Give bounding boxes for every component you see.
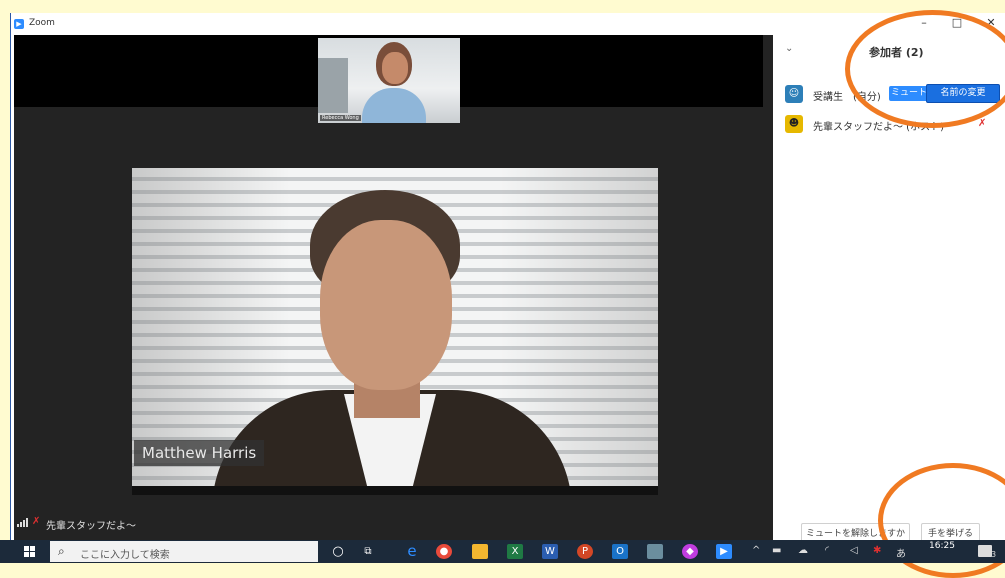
notification-count: 3 [991,550,997,559]
edge-icon[interactable]: e [404,544,420,559]
participant-thumbnail[interactable]: Rebecca Wong [318,38,460,123]
outlook-icon[interactable]: O [612,544,628,559]
file-explorer-icon[interactable] [472,544,488,559]
network-icon[interactable]: ◜ [825,545,829,556]
search-icon: ⌕ [58,544,65,558]
cortana-icon[interactable]: ○ [330,544,346,559]
window-title: Zoom [29,18,55,28]
avatar: ☺ [785,85,803,103]
thumbnail-person-body [362,88,426,123]
main-video-bottom-bar [132,486,658,495]
security-icon[interactable]: ✱ [873,545,881,556]
clock[interactable]: 16:25 [926,541,958,551]
zoom-taskbar-icon[interactable]: ▶ [716,544,732,559]
word-icon[interactable]: W [542,544,558,559]
collapse-chevron-icon[interactable]: ⌄ [785,43,793,54]
paint3d-icon[interactable]: ◆ [682,544,698,559]
main-video-name-label: Matthew Harris [134,440,265,466]
windows-taskbar: ⌕ ここに入力して検索 ○ ⧉ e ● X W P O ◆ ▶ ^ ▬ ☁ ◜ … [0,540,1005,563]
active-speaker-name: 先輩スタッフだよ〜 [46,521,136,532]
task-view-icon[interactable]: ⧉ [360,544,376,559]
onedrive-icon[interactable]: ☁ [798,545,808,556]
signal-strength-icon [17,518,28,527]
tray-chevron-icon[interactable]: ^ [752,545,760,556]
avatar: ☻ [785,115,803,133]
excel-icon[interactable]: X [507,544,523,559]
search-placeholder: ここに入力して検索 [80,550,170,561]
taskbar-search-box[interactable]: ⌕ ここに入力して検索 [50,541,318,562]
main-video[interactable]: Matthew Harris [132,168,658,495]
title-bar: ▶ Zoom – □ ✕ [11,13,1005,35]
muted-mic-icon: ✗ [978,118,987,129]
photos-icon[interactable] [647,544,663,559]
video-stage: Rebecca Wong Matthew Harris ✗ 先輩スタッフだよ〜 [14,35,773,540]
tray-app-icon[interactable]: ▬ [772,545,781,556]
clock-time: 16:25 [929,541,955,551]
powerpoint-icon[interactable]: P [577,544,593,559]
notification-center-icon[interactable] [978,545,992,557]
muted-mic-icon: ✗ [32,516,41,527]
volume-icon[interactable]: ◁ [850,545,858,556]
zoom-app-icon: ▶ [14,19,24,29]
thumbnail-name-label: Rebecca Wong [320,115,361,121]
speaker-face [320,220,452,390]
active-speaker-bar: ✗ 先輩スタッフだよ〜 [14,515,214,532]
thumbnail-person-face [382,52,408,84]
ime-icon[interactable]: あ [896,545,906,560]
chrome-icon[interactable]: ● [436,544,452,559]
windows-start-icon[interactable] [24,546,36,558]
thumbnail-background [318,58,348,113]
